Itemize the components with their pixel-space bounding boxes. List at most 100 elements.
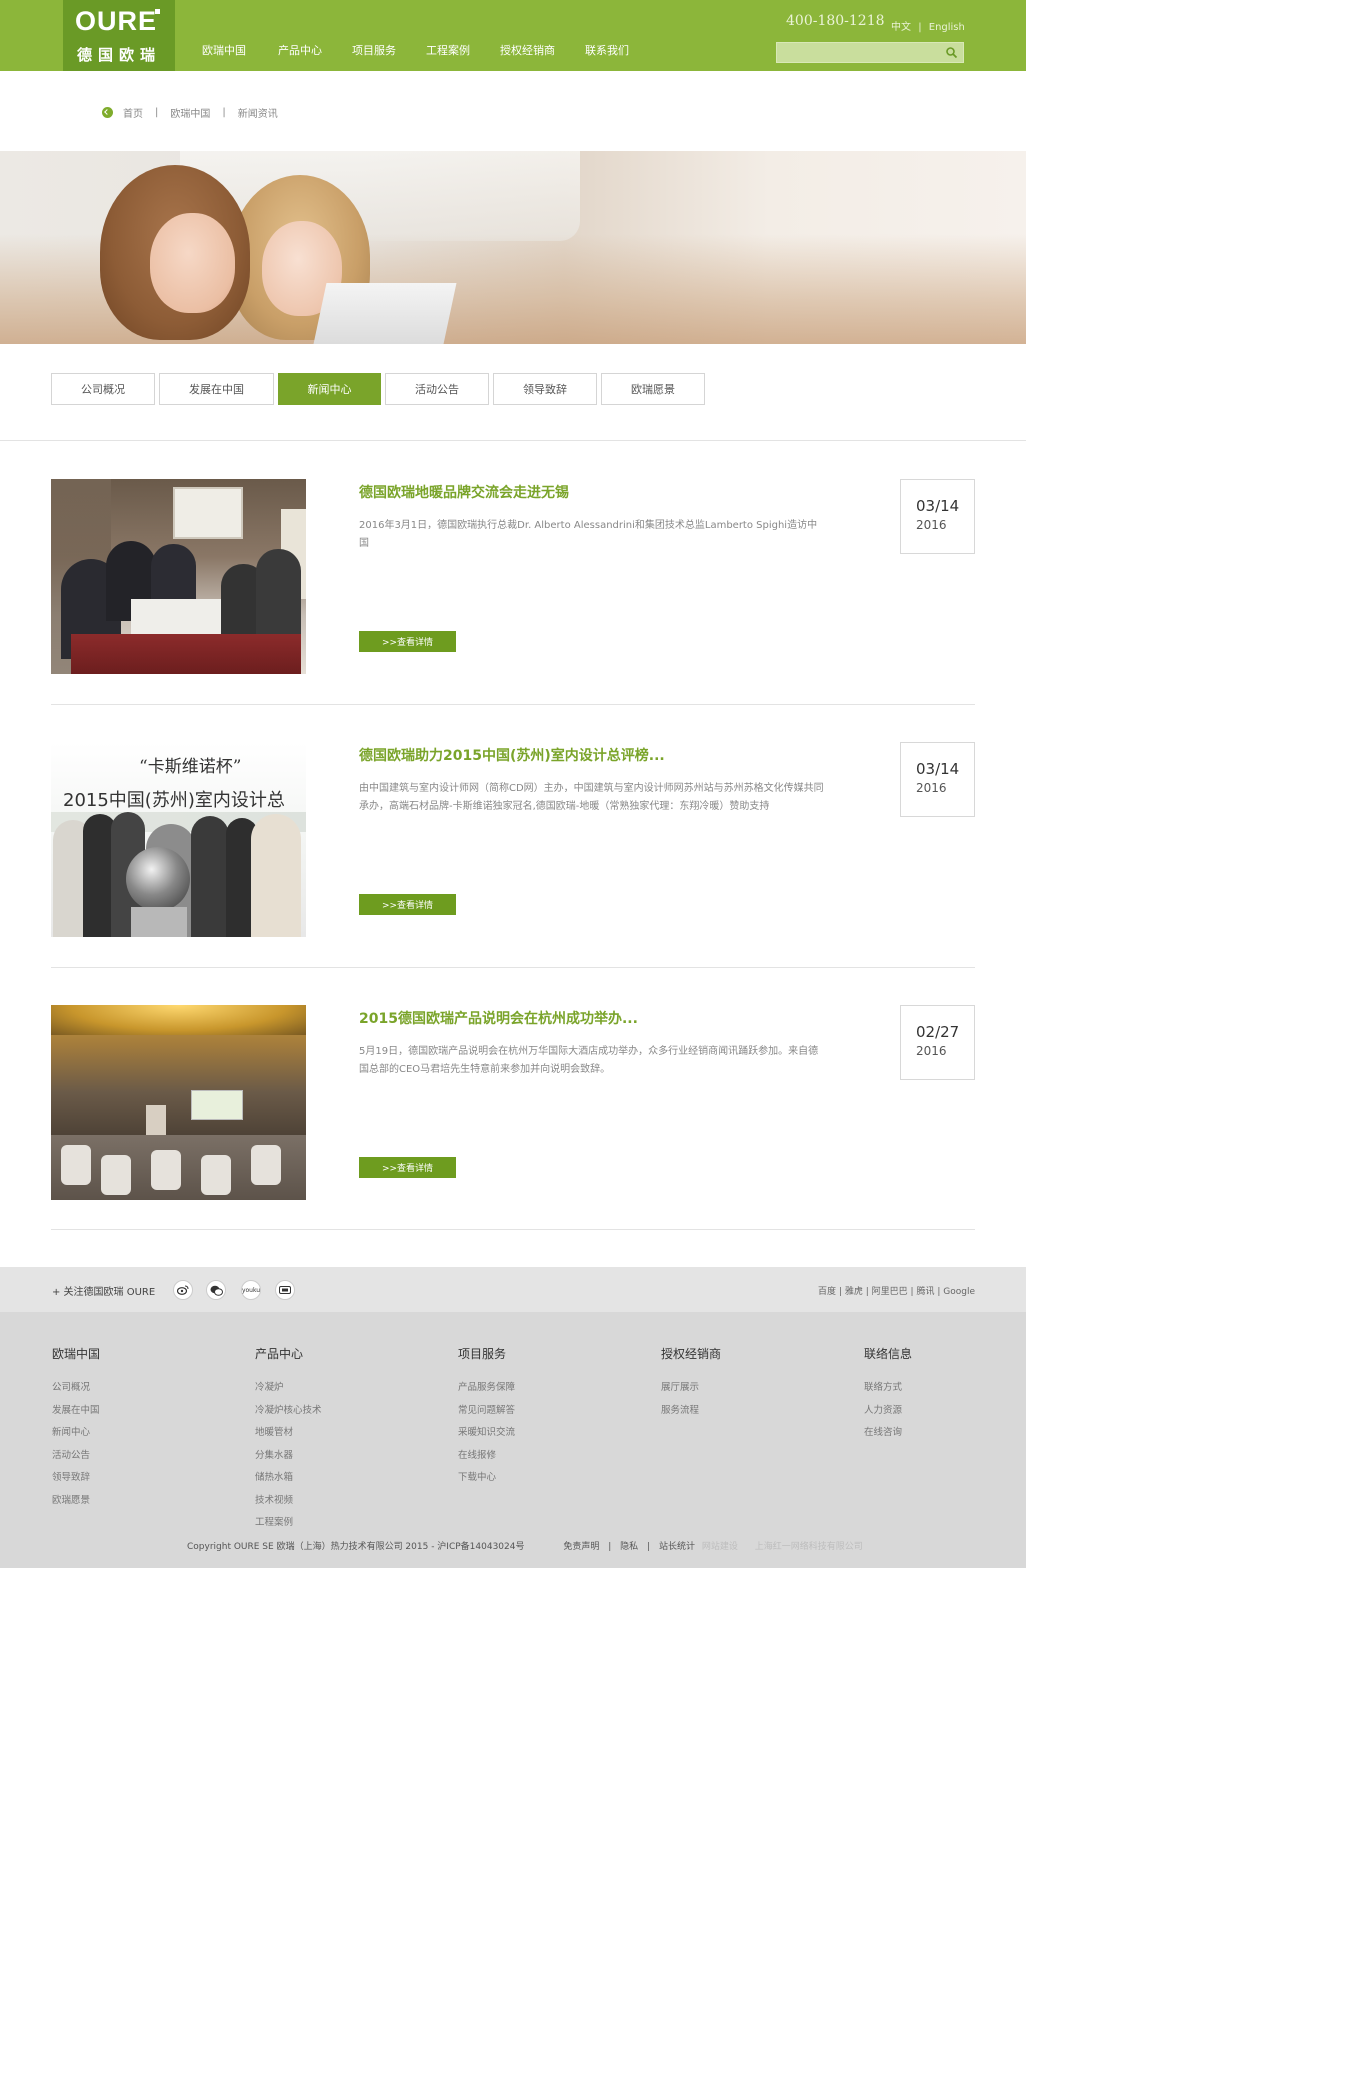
breadcrumb-news[interactable]: 新闻资讯 <box>238 105 278 120</box>
footer-credit[interactable]: 上海红一网络科技有限公司 <box>755 1542 863 1552</box>
follow-bar: + 关注德国欧瑞 OURE youku 百度 | 雅虎 | 阿里巴巴 | 腾讯 … <box>0 1267 1026 1312</box>
footer-link[interactable]: 人力资源 <box>864 1400 912 1423</box>
footer-link[interactable]: 冷凝炉 <box>255 1377 322 1400</box>
news-item: “卡斯维诺杯” 2015中国(苏州)室内设计总 德国欧瑞助力2015中国(苏州)… <box>51 742 975 968</box>
banner-child-face <box>150 213 235 313</box>
tab-vision[interactable]: 欧瑞愿景 <box>601 373 705 405</box>
footer-link[interactable]: 展厅展示 <box>661 1377 721 1400</box>
footer-column-services: 项目服务 产品服务保障 常见问题解答 采暖知识交流 在线报修 下载中心 <box>458 1345 515 1490</box>
footer-link[interactable]: 联络方式 <box>864 1377 912 1400</box>
divider <box>51 704 975 705</box>
site-footer: 欧瑞中国 公司概况 发展在中国 新闻中心 活动公告 领导致辞 欧瑞愿景 产品中心… <box>0 1312 1026 1568</box>
tab-news-center[interactable]: 新闻中心 <box>278 373 381 405</box>
nav-item-services[interactable]: 项目服务 <box>352 42 396 58</box>
divider <box>51 1229 975 1230</box>
view-details-button[interactable]: >>查看详情 <box>359 894 456 915</box>
tudou-icon[interactable] <box>275 1280 295 1300</box>
footer-link[interactable]: 在线咨询 <box>864 1422 912 1445</box>
language-switch: 中文 | English <box>891 18 965 33</box>
site-header: OURE 德国欧瑞 欧瑞中国 产品中心 项目服务 工程案例 授权经销商 联系我们… <box>0 0 1026 71</box>
back-arrow-icon[interactable] <box>102 107 113 118</box>
breadcrumb-oure-china[interactable]: 欧瑞中国 <box>170 105 210 120</box>
footer-link-stats[interactable]: 站长统计 <box>659 1542 695 1552</box>
news-thumbnail[interactable] <box>51 479 306 674</box>
footer-link[interactable]: 地暖管材 <box>255 1422 322 1445</box>
follow-label: + 关注德国欧瑞 OURE <box>52 1287 156 1298</box>
date-month-day: 02/27 <box>916 1023 960 1041</box>
footer-link[interactable]: 产品服务保障 <box>458 1377 515 1400</box>
search-input[interactable] <box>781 45 941 60</box>
nav-item-contact[interactable]: 联系我们 <box>585 42 629 58</box>
divider <box>51 967 975 968</box>
footer-link[interactable]: 在线报修 <box>458 1445 515 1468</box>
tab-company-overview[interactable]: 公司概况 <box>51 373 155 405</box>
footer-link[interactable]: 欧瑞愿景 <box>52 1490 100 1513</box>
footer-link[interactable]: 技术视频 <box>255 1490 322 1513</box>
breadcrumb-separator: | <box>222 107 226 118</box>
engine-separator: | <box>937 1287 941 1297</box>
footer-link[interactable]: 活动公告 <box>52 1445 100 1468</box>
tab-development-in-china[interactable]: 发展在中国 <box>159 373 274 405</box>
footer-link[interactable]: 工程案例 <box>255 1512 322 1535</box>
nav-item-dealers[interactable]: 授权经销商 <box>500 42 555 58</box>
banner-image <box>0 151 1026 344</box>
engine-alibaba[interactable]: 阿里巴巴 <box>872 1287 908 1297</box>
footer-link[interactable]: 下载中心 <box>458 1467 515 1490</box>
engine-baidu[interactable]: 百度 <box>818 1287 836 1297</box>
footer-link[interactable]: 服务流程 <box>661 1400 721 1423</box>
weibo-icon[interactable] <box>173 1280 193 1300</box>
footer-link[interactable]: 发展在中国 <box>52 1400 100 1423</box>
news-summary: 2016年3月1日，德国欧瑞执行总裁Dr. Alberto Alessandri… <box>359 520 818 549</box>
engine-tencent[interactable]: 腾讯 <box>916 1287 934 1297</box>
copyright-text: Copyright OURE SE 欧瑞（上海）热力技术有限公司 2015 - … <box>187 1542 525 1552</box>
news-thumbnail[interactable] <box>51 1005 306 1200</box>
youku-icon[interactable]: youku <box>241 1280 261 1300</box>
footer-link[interactable]: 常见问题解答 <box>458 1400 515 1423</box>
footer-column-title: 授权经销商 <box>661 1347 722 1361</box>
footer-link[interactable]: 冷凝炉核心技术 <box>255 1400 322 1423</box>
footer-link[interactable]: 公司概况 <box>52 1377 100 1400</box>
engine-yahoo[interactable]: 雅虎 <box>845 1287 863 1297</box>
footer-link[interactable]: 储热水箱 <box>255 1467 322 1490</box>
view-details-button[interactable]: >>查看详情 <box>359 1157 456 1178</box>
footer-link[interactable]: 分集水器 <box>255 1445 322 1468</box>
news-title[interactable]: 德国欧瑞地暖品牌交流会走进无锡 <box>359 482 569 502</box>
footer-link-privacy[interactable]: 隐私 <box>620 1542 638 1552</box>
breadcrumb-separator: | <box>155 107 159 118</box>
tab-events[interactable]: 活动公告 <box>385 373 489 405</box>
search-icon[interactable] <box>945 46 958 59</box>
search-engine-links: 百度 | 雅虎 | 阿里巴巴 | 腾讯 | Google <box>818 1284 975 1297</box>
news-title[interactable]: 德国欧瑞助力2015中国(苏州)室内设计总评榜... <box>359 745 665 765</box>
lang-chinese[interactable]: 中文 <box>891 22 911 33</box>
news-title[interactable]: 2015德国欧瑞产品说明会在杭州成功举办... <box>359 1008 638 1028</box>
main-nav: 欧瑞中国 产品中心 项目服务 工程案例 授权经销商 联系我们 <box>202 42 659 58</box>
site-logo[interactable]: OURE 德国欧瑞 <box>63 0 175 71</box>
footer-column-oure-china: 欧瑞中国 公司概况 发展在中国 新闻中心 活动公告 领导致辞 欧瑞愿景 <box>52 1345 100 1512</box>
wechat-icon[interactable] <box>206 1280 226 1300</box>
footer-credit[interactable]: 网站建设 <box>702 1542 738 1552</box>
view-details-button[interactable]: >>查看详情 <box>359 631 456 652</box>
nav-item-oure-china[interactable]: 欧瑞中国 <box>202 42 246 58</box>
tab-leader-speech[interactable]: 领导致辞 <box>493 373 597 405</box>
thumbnail-caption: “卡斯维诺杯” <box>139 757 242 777</box>
footer-separator: | <box>608 1542 612 1552</box>
footer-link[interactable]: 领导致辞 <box>52 1467 100 1490</box>
footer-link[interactable]: 采暖知识交流 <box>458 1422 515 1445</box>
date-year: 2016 <box>916 1044 947 1058</box>
breadcrumb: 首页 | 欧瑞中国 | 新闻资讯 <box>102 105 278 120</box>
date-year: 2016 <box>916 518 947 532</box>
nav-item-cases[interactable]: 工程案例 <box>426 42 470 58</box>
footer-link-disclaimer[interactable]: 免责声明 <box>563 1542 599 1552</box>
footer-link[interactable]: 新闻中心 <box>52 1422 100 1445</box>
nav-item-products[interactable]: 产品中心 <box>278 42 322 58</box>
news-thumbnail[interactable]: “卡斯维诺杯” 2015中国(苏州)室内设计总 <box>51 742 306 937</box>
engine-google[interactable]: Google <box>943 1287 975 1297</box>
divider <box>0 440 1026 441</box>
banner-laptop <box>313 283 457 344</box>
date-month-day: 03/14 <box>916 760 960 778</box>
logo-dot <box>155 9 160 14</box>
section-tabs: 公司概况 发展在中国 新闻中心 活动公告 领导致辞 欧瑞愿景 <box>51 373 709 405</box>
breadcrumb-home[interactable]: 首页 <box>123 105 143 120</box>
engine-separator: | <box>910 1287 914 1297</box>
lang-english[interactable]: English <box>929 22 965 33</box>
